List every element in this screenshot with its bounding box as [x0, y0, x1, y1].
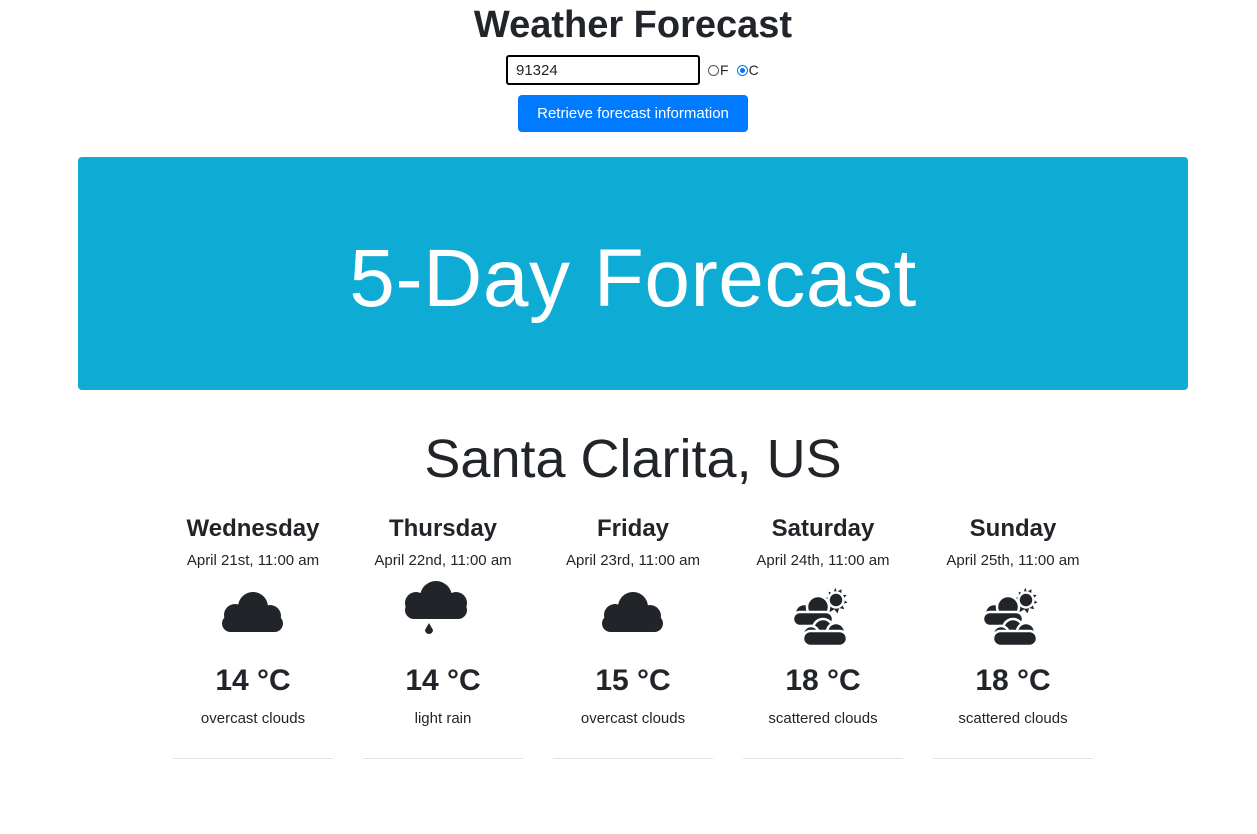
rain-icon — [398, 579, 488, 659]
day-temperature: 14 °C — [215, 664, 291, 697]
forecast-day-card: Wednesday April 21st, 11:00 am 14 °C ove… — [173, 512, 333, 759]
retrieve-forecast-button[interactable]: Retrieve forecast information — [518, 95, 748, 132]
partly-cloudy-icon — [778, 579, 868, 659]
day-name: Thursday — [388, 515, 498, 542]
unit-c-radio[interactable] — [736, 64, 748, 76]
day-date: April 24th, 11:00 am — [756, 552, 890, 569]
forecast-day-card: Thursday April 22nd, 11:00 am 14 °C ligh… — [363, 512, 523, 759]
page-title: Weather Forecast — [473, 4, 793, 46]
day-description: scattered clouds — [958, 710, 1068, 727]
day-description: overcast clouds — [200, 710, 306, 727]
day-description: overcast clouds — [580, 710, 686, 727]
forecast-form: F C — [506, 55, 759, 85]
day-temperature: 18 °C — [975, 664, 1051, 697]
partly-cloudy-icon — [968, 579, 1058, 659]
day-date: April 23rd, 11:00 am — [566, 552, 700, 569]
location-title: Santa Clarita, US — [424, 429, 842, 489]
day-date: April 22nd, 11:00 am — [374, 552, 512, 569]
unit-c-option[interactable]: C — [736, 62, 759, 78]
unit-c-label: C — [748, 62, 759, 78]
cloudy-icon — [208, 579, 298, 659]
day-name: Sunday — [969, 515, 1057, 542]
forecast-day-card: Saturday April 24th, 11:00 am 18 °C scat… — [743, 512, 903, 759]
zip-code-input[interactable] — [506, 55, 700, 85]
day-date: April 21st, 11:00 am — [186, 552, 320, 569]
day-name: Friday — [596, 515, 670, 542]
unit-f-label: F — [720, 62, 729, 78]
unit-f-radio[interactable] — [708, 64, 719, 76]
day-description: light rain — [414, 710, 472, 727]
banner-title: 5-Day Forecast — [349, 233, 917, 324]
forecast-banner: 5-Day Forecast — [78, 157, 1188, 390]
unit-f-option[interactable]: F — [708, 62, 729, 78]
day-temperature: 18 °C — [785, 664, 861, 697]
day-temperature: 15 °C — [595, 664, 671, 697]
day-date: April 25th, 11:00 am — [946, 552, 1080, 569]
forecast-day-card: Friday April 23rd, 11:00 am 15 °C overca… — [553, 512, 713, 759]
cloudy-icon — [588, 579, 678, 659]
day-name: Wednesday — [186, 515, 320, 542]
day-name: Saturday — [771, 515, 875, 542]
day-temperature: 14 °C — [405, 664, 481, 697]
day-description: scattered clouds — [768, 710, 878, 727]
forecast-day-card: Sunday April 25th, 11:00 am 18 °C scatte… — [933, 512, 1093, 759]
